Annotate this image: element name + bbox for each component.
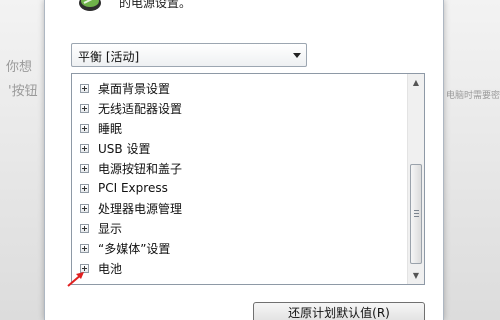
background-text-3: 电脑时需要密	[446, 91, 500, 101]
tree-item-display[interactable]: 显示	[80, 219, 122, 237]
tree-item-label: USB 设置	[98, 141, 151, 156]
expand-icon[interactable]	[80, 183, 89, 193]
expand-icon[interactable]	[80, 203, 89, 213]
tree-item-label: 处理器电源管理	[98, 201, 183, 216]
expand-icon[interactable]	[80, 123, 89, 133]
chevron-down-icon[interactable]	[293, 53, 301, 58]
tree-item-label: 桌面背景设置	[98, 81, 171, 96]
tree-item-label: PCI Express	[98, 181, 168, 195]
tree-item-sleep[interactable]: 睡眠	[80, 119, 122, 137]
expand-icon[interactable]	[80, 243, 89, 253]
tree-item-label: 电源按钮和盖子	[98, 161, 183, 176]
tree-item-multimedia[interactable]: “多媒体”设置	[80, 239, 170, 257]
background-text-2: '按钮	[8, 84, 38, 99]
tree-item-usb[interactable]: USB 设置	[80, 139, 150, 157]
tree-item-label: 显示	[98, 221, 123, 236]
power-plan-icon	[79, 0, 101, 11]
power-plan-select[interactable]: 平衡 [活动]	[71, 43, 307, 67]
expand-icon[interactable]	[80, 143, 89, 153]
scroll-up-icon[interactable]: ▲	[408, 74, 424, 91]
tree-item-label: 睡眠	[98, 121, 123, 136]
tree-item-wireless-adapter[interactable]: 无线适配器设置	[80, 99, 182, 117]
expand-icon[interactable]	[80, 103, 89, 113]
power-plan-select-value: 平衡 [活动]	[78, 50, 140, 64]
tree-item-label: 无线适配器设置	[98, 101, 183, 116]
advanced-power-settings-dialog: 的电源设置。 平衡 [活动] 桌面背景设置 无线适配器设置 睡眠 USB 设置 …	[44, 0, 444, 320]
grip-icon	[414, 210, 419, 217]
expand-icon[interactable]	[80, 83, 89, 93]
tree-item-processor-power[interactable]: 处理器电源管理	[80, 199, 182, 217]
restore-plan-defaults-button[interactable]: 还原计划默认值(R)	[253, 302, 425, 320]
power-settings-tree[interactable]: 桌面背景设置 无线适配器设置 睡眠 USB 设置 电源按钮和盖子 PCI Exp…	[71, 73, 425, 285]
annotation-arrow-icon	[67, 272, 84, 287]
tree-item-label: 电池	[98, 261, 123, 276]
tree-item-desktop-background[interactable]: 桌面背景设置	[80, 79, 170, 97]
expand-icon[interactable]	[80, 223, 89, 233]
tree-scrollbar[interactable]: ▲ ▼	[407, 74, 424, 284]
tree-item-label: “多媒体”设置	[98, 241, 171, 256]
scrollbar-thumb[interactable]	[410, 164, 422, 264]
header-description: 的电源设置。	[119, 0, 192, 10]
expand-icon[interactable]	[80, 163, 89, 173]
tree-item-pci-express[interactable]: PCI Express	[80, 179, 168, 197]
tree-item-power-buttons-lid[interactable]: 电源按钮和盖子	[80, 159, 182, 177]
scroll-down-icon[interactable]: ▼	[408, 267, 424, 284]
background-text-1: 你想	[6, 60, 33, 75]
